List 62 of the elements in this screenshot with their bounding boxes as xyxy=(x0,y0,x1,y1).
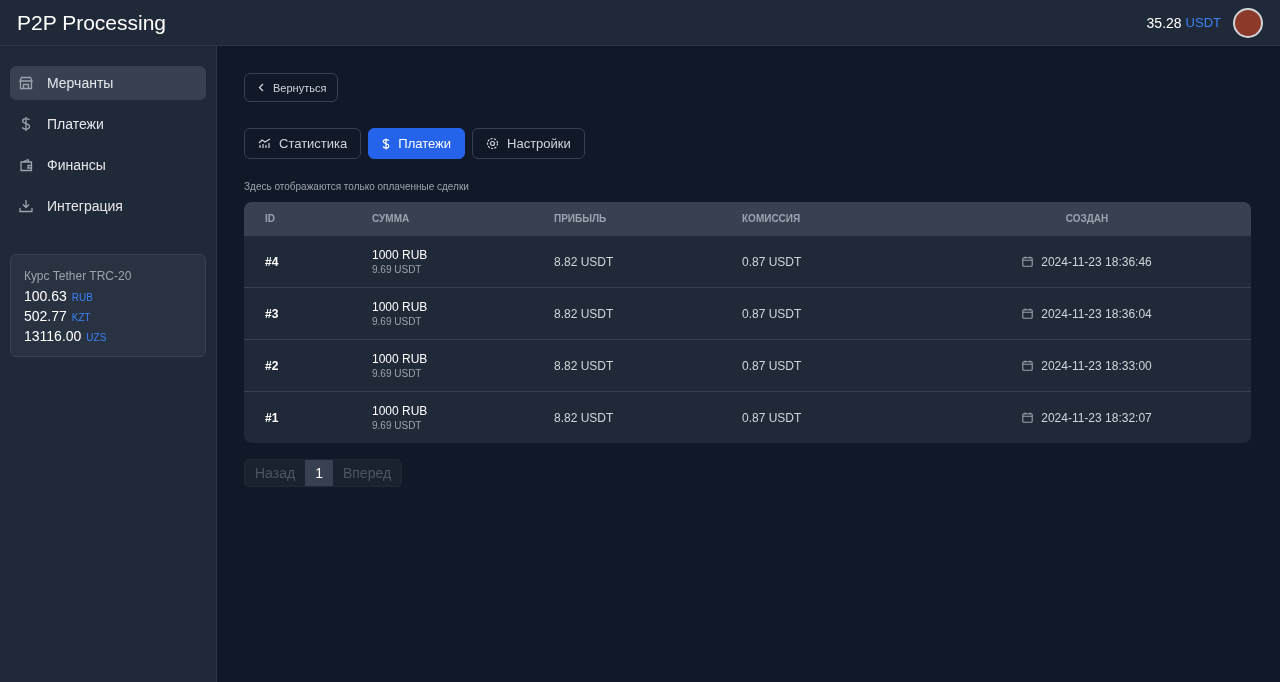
avatar[interactable] xyxy=(1233,7,1263,38)
calendar-icon xyxy=(1022,360,1034,371)
rate-value: 100.63 xyxy=(24,288,67,304)
dollar-icon xyxy=(382,136,391,151)
chevron-left-icon xyxy=(258,83,264,92)
column-header: СУММА xyxy=(372,213,411,224)
column-header: КОМИССИЯ xyxy=(742,213,802,224)
back-button[interactable]: Вернуться xyxy=(244,73,339,102)
store-icon xyxy=(19,76,33,90)
wallet-icon xyxy=(19,158,33,172)
page-button[interactable]: 1 xyxy=(305,460,333,486)
table-cell: 2024-11-23 18:32:07 xyxy=(1041,410,1152,425)
table-cell-text: 0.87 USDT xyxy=(742,254,803,269)
column-header: СОЗДАН xyxy=(1064,213,1110,224)
table-cell-text: 9.69 USDT xyxy=(372,368,423,379)
table-cell: 2024-11-23 18:36:46 xyxy=(1041,254,1152,269)
table-cell-text: #3 xyxy=(265,306,280,321)
table-cell-text: 0.87 USDT xyxy=(742,358,803,373)
table-cell-text: 1000 RUB xyxy=(372,300,429,314)
table-cell-text: 9.69 USDT xyxy=(372,264,423,275)
table-cell-text: 1000 RUB xyxy=(372,248,429,262)
balance: 35.28 xyxy=(1146,14,1182,31)
sidebar-item[interactable]: Интеграция xyxy=(10,189,206,223)
settings-icon xyxy=(486,137,499,150)
balance-currency: USDT xyxy=(1185,15,1221,30)
column-header: ID xyxy=(265,213,276,224)
table-cell-text: 0.87 USDT xyxy=(742,410,803,425)
table-cell-text: 1000 RUB xyxy=(372,352,429,366)
calendar-icon xyxy=(1022,412,1034,423)
hint-text: Здесь отображаются только оплаченные сделки xyxy=(244,181,469,192)
table-cell-text: 8.82 USDT xyxy=(554,306,615,321)
table-cell-text: 9.69 USDT xyxy=(372,316,423,327)
rate-currency: UZS xyxy=(86,332,107,343)
tab[interactable]: Платежи xyxy=(368,128,465,159)
sidebar-item[interactable]: Платежи xyxy=(10,107,206,141)
tab[interactable]: Настройки xyxy=(472,128,585,159)
table-cell-text: 8.82 USDT xyxy=(554,254,615,269)
dollar-icon xyxy=(19,116,33,132)
rate-currency: RUB xyxy=(71,292,93,303)
sidebar-item[interactable]: Мерчанты xyxy=(10,66,206,100)
calendar-icon xyxy=(1022,308,1034,319)
rate-value: 13116.00 xyxy=(24,328,82,344)
table-cell-text: #4 xyxy=(265,254,280,269)
table-cell-text: 8.82 USDT xyxy=(554,410,615,425)
table-cell-text: 1000 RUB xyxy=(372,404,429,418)
table-cell-text: 9.69 USDT xyxy=(372,420,423,431)
app-title: P2P Processing xyxy=(17,10,167,35)
table-cell-text: 0.87 USDT xyxy=(742,306,803,321)
rate-currency: KZT xyxy=(71,312,91,323)
table-cell-text: #2 xyxy=(265,358,280,373)
tab[interactable]: Статистика xyxy=(244,128,362,159)
rate-value: 502.77 xyxy=(24,308,67,324)
table-cell-text: 8.82 USDT xyxy=(554,358,615,373)
table-cell-text: #1 xyxy=(265,410,280,425)
column-header: ПРИБЫЛЬ xyxy=(554,213,608,224)
calendar-icon xyxy=(1022,256,1034,267)
rates-title: Курс Tether TRC-20 xyxy=(24,269,133,283)
sidebar-item[interactable]: Финансы xyxy=(10,148,206,182)
table-cell: 2024-11-23 18:33:00 xyxy=(1041,358,1152,373)
table-cell: 2024-11-23 18:36:04 xyxy=(1041,306,1152,321)
download-icon xyxy=(19,199,33,213)
chart-icon xyxy=(258,138,271,149)
